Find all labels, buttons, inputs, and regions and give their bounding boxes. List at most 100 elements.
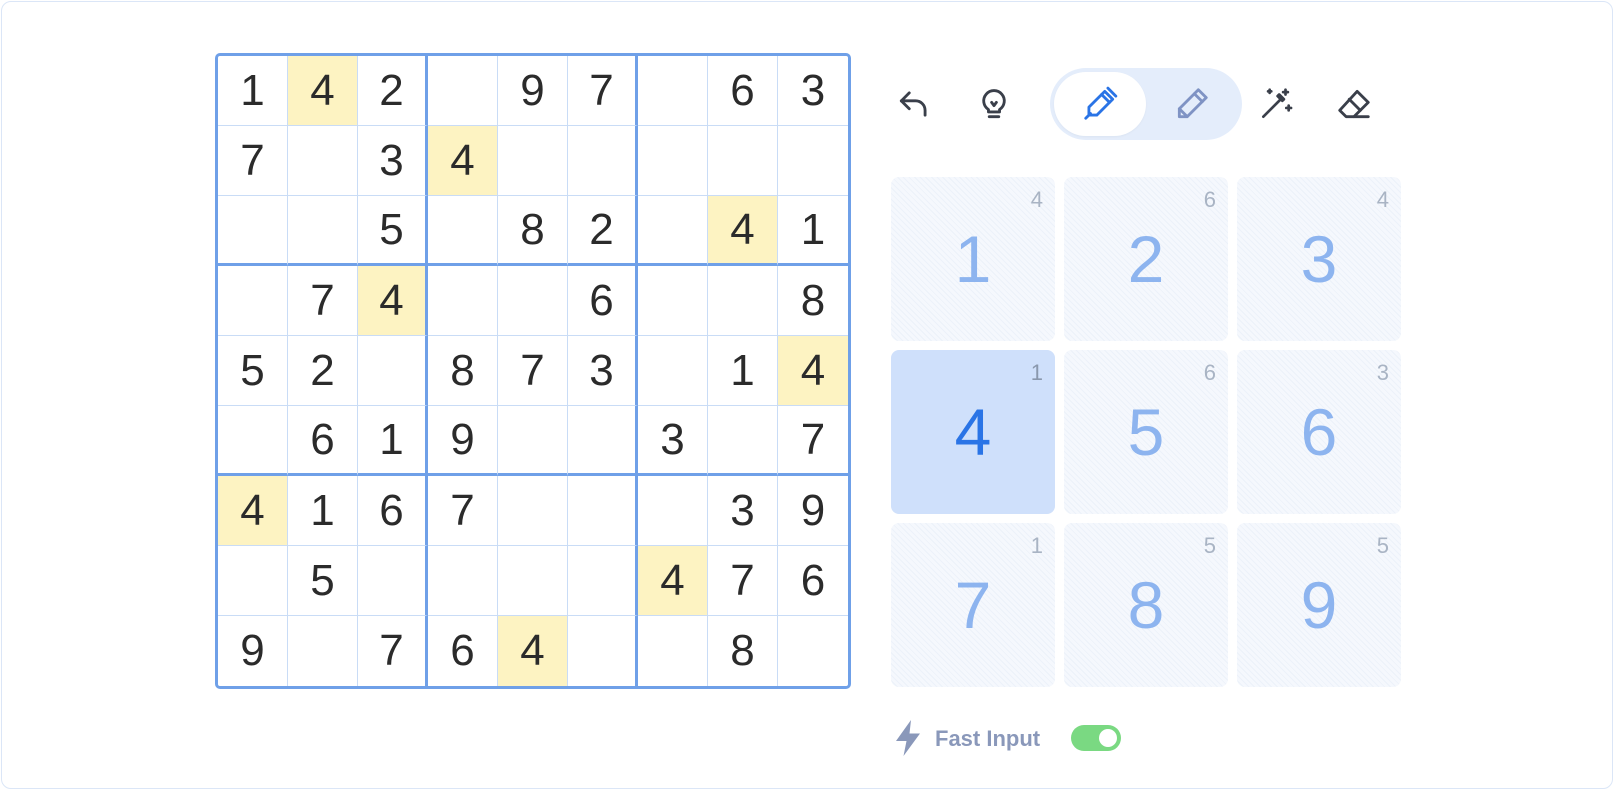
- board-cell[interactable]: 4: [638, 546, 708, 616]
- board-cell[interactable]: 7: [218, 126, 288, 196]
- board-cell[interactable]: 9: [218, 616, 288, 686]
- board-cell[interactable]: 3: [708, 476, 778, 546]
- board-cell[interactable]: 4: [778, 336, 848, 406]
- number-key-3[interactable]: 43: [1237, 177, 1401, 341]
- board-cell[interactable]: 3: [778, 56, 848, 126]
- board-cell[interactable]: [708, 126, 778, 196]
- board-cell[interactable]: 7: [708, 546, 778, 616]
- number-key-5[interactable]: 65: [1064, 350, 1228, 514]
- board-cell[interactable]: [428, 56, 498, 126]
- board-cell[interactable]: 2: [568, 196, 638, 266]
- number-key-8[interactable]: 58: [1064, 523, 1228, 687]
- number-key-7[interactable]: 17: [891, 523, 1055, 687]
- board-cell[interactable]: 2: [358, 56, 428, 126]
- hint-button[interactable]: [970, 80, 1018, 128]
- board-cell[interactable]: 6: [358, 476, 428, 546]
- undo-button[interactable]: [890, 80, 938, 128]
- board-cell[interactable]: 3: [568, 336, 638, 406]
- board-cell[interactable]: 7: [498, 336, 568, 406]
- board-cell[interactable]: [708, 406, 778, 476]
- board-cell[interactable]: [498, 126, 568, 196]
- board-cell[interactable]: 5: [358, 196, 428, 266]
- board-cell[interactable]: [288, 126, 358, 196]
- auto-notes-button[interactable]: [1252, 80, 1300, 128]
- board-cell[interactable]: [218, 406, 288, 476]
- board-cell[interactable]: [568, 616, 638, 686]
- board-cell[interactable]: [428, 196, 498, 266]
- board-cell[interactable]: 8: [498, 196, 568, 266]
- fast-input-toggle[interactable]: [1071, 725, 1121, 751]
- board-cell[interactable]: [218, 546, 288, 616]
- board-cell[interactable]: [498, 476, 568, 546]
- board-cell[interactable]: 8: [708, 616, 778, 686]
- board-cell[interactable]: 9: [778, 476, 848, 546]
- board-cell[interactable]: [638, 126, 708, 196]
- board-cell[interactable]: 6: [428, 616, 498, 686]
- number-key-digit: 5: [1127, 395, 1165, 469]
- board-cell[interactable]: 9: [428, 406, 498, 476]
- erase-button[interactable]: [1330, 80, 1378, 128]
- board-cell[interactable]: [498, 546, 568, 616]
- board-cell[interactable]: 6: [288, 406, 358, 476]
- board-cell[interactable]: [288, 196, 358, 266]
- pen-mode-button[interactable]: [1054, 72, 1146, 136]
- board-cell[interactable]: 1: [708, 336, 778, 406]
- board-cell[interactable]: 4: [288, 56, 358, 126]
- board-cell[interactable]: 9: [498, 56, 568, 126]
- board-cell[interactable]: [638, 266, 708, 336]
- number-key-4[interactable]: 14: [891, 350, 1055, 514]
- board-cell[interactable]: [638, 196, 708, 266]
- board-cell[interactable]: 7: [428, 476, 498, 546]
- board-cell[interactable]: 4: [498, 616, 568, 686]
- board-cell[interactable]: [638, 616, 708, 686]
- board-cell[interactable]: 6: [778, 546, 848, 616]
- board-cell[interactable]: 5: [288, 546, 358, 616]
- board-cell[interactable]: 4: [428, 126, 498, 196]
- board-cell[interactable]: [568, 476, 638, 546]
- board-cell[interactable]: 3: [358, 126, 428, 196]
- board-cell[interactable]: [358, 336, 428, 406]
- number-key-2[interactable]: 62: [1064, 177, 1228, 341]
- board-cell[interactable]: [568, 126, 638, 196]
- board-cell[interactable]: [568, 546, 638, 616]
- board-cell[interactable]: [428, 266, 498, 336]
- board-cell[interactable]: [778, 126, 848, 196]
- board-cell[interactable]: 7: [358, 616, 428, 686]
- board-cell[interactable]: 2: [288, 336, 358, 406]
- board-cell[interactable]: [638, 336, 708, 406]
- pencil-mode-button[interactable]: [1146, 72, 1238, 136]
- board-cell[interactable]: 7: [568, 56, 638, 126]
- board-cell[interactable]: [498, 406, 568, 476]
- board-cell[interactable]: 4: [358, 266, 428, 336]
- number-key-1[interactable]: 41: [891, 177, 1055, 341]
- board-cell[interactable]: 8: [428, 336, 498, 406]
- board-cell[interactable]: [638, 476, 708, 546]
- board-cell[interactable]: [568, 406, 638, 476]
- undo-icon: [899, 91, 927, 117]
- board-cell[interactable]: [218, 266, 288, 336]
- board-cell[interactable]: [708, 266, 778, 336]
- board-cell[interactable]: 3: [638, 406, 708, 476]
- board-cell[interactable]: [428, 546, 498, 616]
- board-cell[interactable]: [288, 616, 358, 686]
- board-cell[interactable]: [498, 266, 568, 336]
- board-cell[interactable]: [778, 616, 848, 686]
- board-cell[interactable]: 8: [778, 266, 848, 336]
- number-key-6[interactable]: 36: [1237, 350, 1401, 514]
- board-cell[interactable]: 5: [218, 336, 288, 406]
- board-cell[interactable]: [358, 546, 428, 616]
- number-key-9[interactable]: 59: [1237, 523, 1401, 687]
- board-cell[interactable]: 4: [218, 476, 288, 546]
- number-key-digit: 1: [954, 222, 992, 296]
- board-cell[interactable]: [218, 196, 288, 266]
- board-cell[interactable]: 1: [288, 476, 358, 546]
- board-cell[interactable]: 7: [778, 406, 848, 476]
- board-cell[interactable]: [638, 56, 708, 126]
- board-cell[interactable]: 1: [218, 56, 288, 126]
- board-cell[interactable]: 6: [708, 56, 778, 126]
- board-cell[interactable]: 4: [708, 196, 778, 266]
- board-cell[interactable]: 6: [568, 266, 638, 336]
- board-cell[interactable]: 7: [288, 266, 358, 336]
- board-cell[interactable]: 1: [778, 196, 848, 266]
- board-cell[interactable]: 1: [358, 406, 428, 476]
